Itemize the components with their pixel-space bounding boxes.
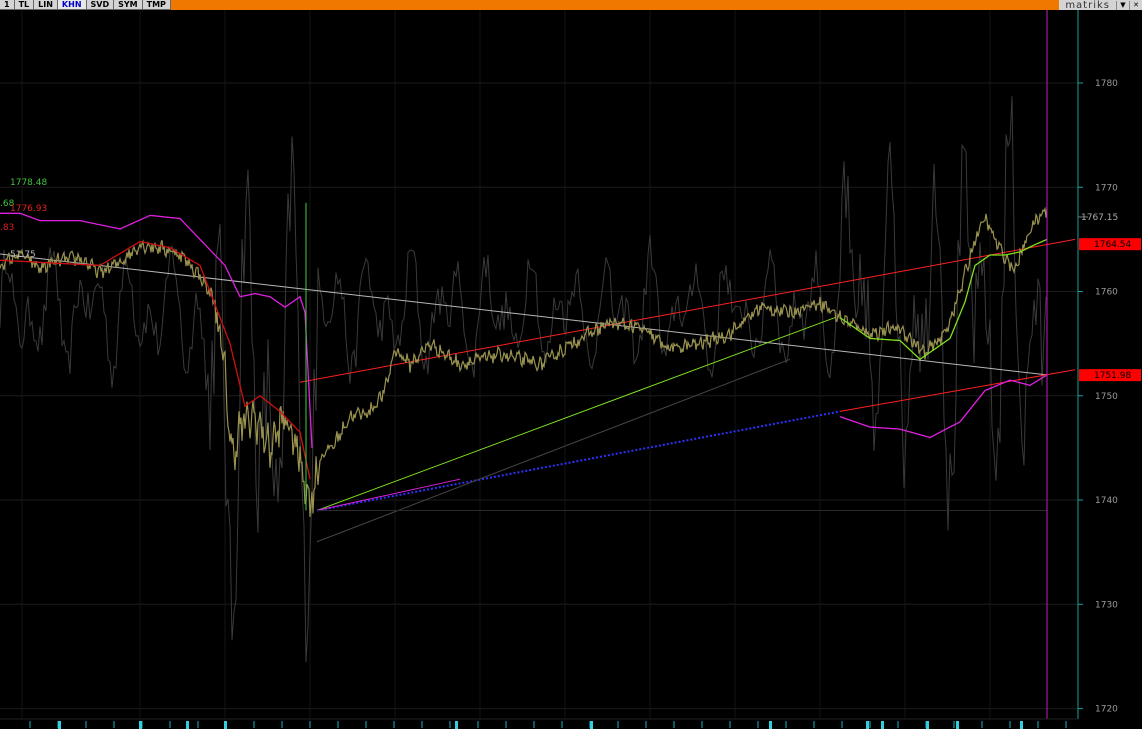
- oscillator-layer: [0, 96, 1047, 663]
- trendline-channel: [316, 358, 791, 543]
- price-tag-label: 1767.15: [1081, 213, 1118, 223]
- toolbar-button-khn[interactable]: KHN: [57, 0, 87, 10]
- left-note: 1778.48: [10, 178, 47, 188]
- trendline-layer: [0, 238, 1076, 543]
- toolbar-button-svd[interactable]: SVD: [86, 0, 115, 10]
- brand-area: matriks ▼ ✕: [1059, 0, 1142, 11]
- time-axis-marker: [139, 721, 142, 729]
- toolbar-button-lin[interactable]: LIN: [34, 0, 58, 10]
- series-layer: [0, 206, 1048, 518]
- left-note: 1776.93: [10, 204, 47, 214]
- time-axis-marker: [866, 721, 869, 729]
- time-axis: [0, 718, 1078, 729]
- time-axis-marker: [224, 721, 227, 729]
- time-axis-marker: [926, 721, 929, 729]
- time-axis-marker: [186, 721, 189, 729]
- toolbar-button-1[interactable]: 1: [0, 0, 15, 10]
- vertical-markers: [305, 10, 1048, 719]
- price-chart[interactable]: 1720173017401750176017701780 .681778.48.…: [0, 10, 1142, 729]
- price-axis: 1720 1730 1740 1750 1760 1770 1780: [1077, 10, 1118, 719]
- chart-toolbar: 1 TL LIN KHN SVD SYM TMP: [0, 0, 171, 10]
- time-axis-marker: [881, 721, 884, 729]
- price-axis-label: 1780: [1095, 79, 1118, 89]
- price-axis-label: 1740: [1095, 496, 1118, 506]
- time-axis-marker: [590, 721, 593, 729]
- left-note: 51.75: [10, 250, 36, 260]
- price-tag-label: 1764.54: [1094, 240, 1131, 250]
- left-note: .83: [0, 223, 14, 233]
- top-bar: [0, 0, 1142, 10]
- oscillator-line: [0, 96, 1047, 663]
- price-tag-label: 1751.98: [1094, 371, 1131, 381]
- toolbar-button-tmp[interactable]: TMP: [142, 0, 171, 10]
- matriks-logo: matriks: [1065, 0, 1110, 11]
- left-notes: .681778.48.831776.9351.75: [0, 178, 47, 260]
- toolbar-button-sym[interactable]: SYM: [114, 0, 143, 10]
- series-price: [0, 206, 1048, 518]
- price-axis-label: 1760: [1095, 288, 1118, 298]
- trendline: [839, 369, 1076, 412]
- time-axis-marker: [769, 721, 772, 729]
- time-axis-marker: [956, 721, 959, 729]
- time-axis-marker: [58, 721, 61, 729]
- price-axis-label: 1750: [1095, 392, 1118, 402]
- time-axis-marker: [1020, 721, 1023, 729]
- time-axis-marker: [455, 721, 458, 729]
- price-axis-label: 1720: [1095, 705, 1118, 715]
- price-axis-label: 1770: [1095, 183, 1118, 193]
- dropdown-icon[interactable]: ▼: [1116, 0, 1129, 10]
- toolbar-button-tl[interactable]: TL: [14, 0, 35, 10]
- close-icon[interactable]: ✕: [1129, 0, 1142, 10]
- price-axis-label: 1730: [1095, 600, 1118, 610]
- trendline: [0, 253, 1048, 376]
